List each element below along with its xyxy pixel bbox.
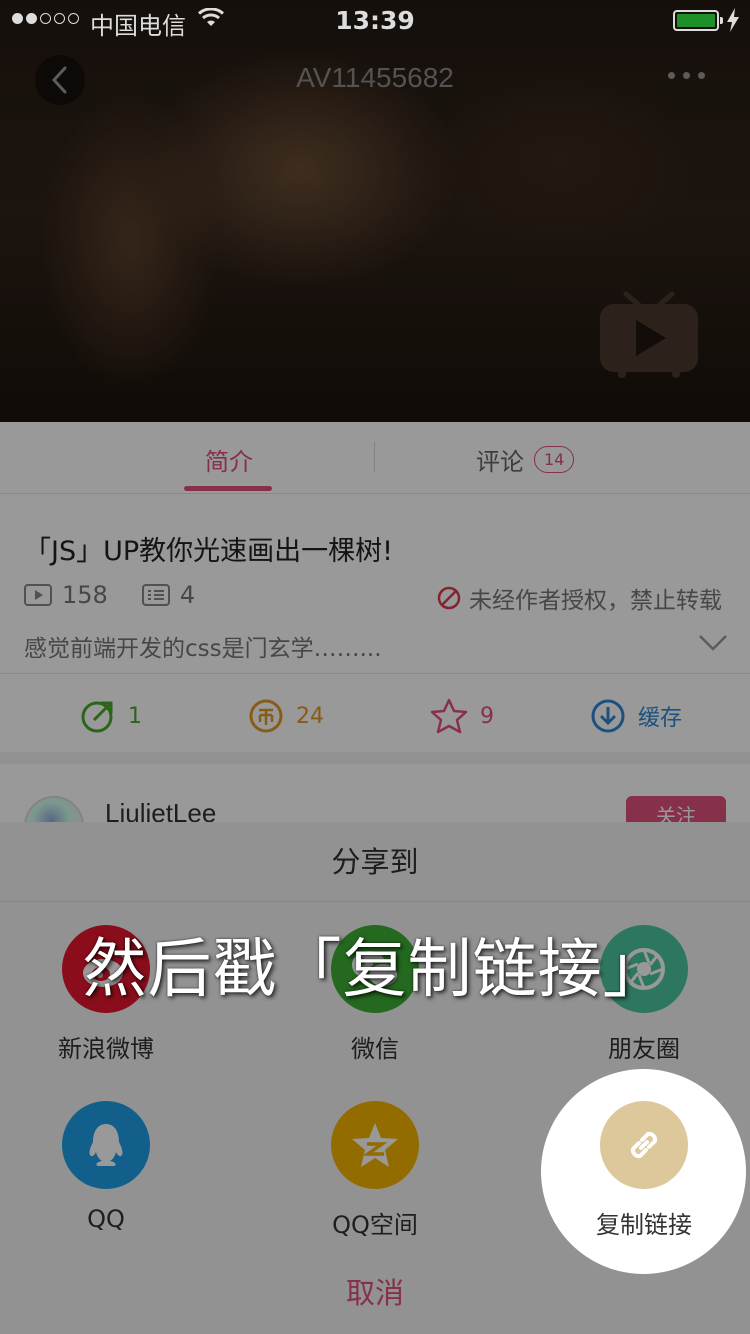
share-qq[interactable]: QQ xyxy=(6,1101,206,1233)
share-qq-label: QQ xyxy=(87,1205,125,1233)
charging-bolt-icon xyxy=(727,8,739,32)
link-icon xyxy=(600,1101,688,1189)
battery-icon xyxy=(673,10,723,31)
share-weibo-label: 新浪微博 xyxy=(58,1035,154,1063)
share-qzone[interactable]: QQ空间 xyxy=(275,1101,475,1240)
qq-icon xyxy=(62,1101,150,1189)
share-sheet-title: 分享到 xyxy=(0,822,750,902)
status-bar: 中国电信 13:39 xyxy=(0,0,750,40)
status-time: 13:39 xyxy=(335,6,415,35)
cancel-button[interactable]: 取消 xyxy=(0,1270,750,1312)
share-copy-link[interactable]: 复制链接 xyxy=(544,1101,744,1240)
share-copy-link-label: 复制链接 xyxy=(596,1211,692,1239)
tutorial-caption: 然后戳「复制链接」 xyxy=(82,933,668,1007)
share-moments-label: 朋友圈 xyxy=(608,1035,680,1063)
share-qzone-label: QQ空间 xyxy=(332,1211,418,1239)
share-wechat-label: 微信 xyxy=(351,1035,399,1063)
qzone-icon xyxy=(331,1101,419,1189)
